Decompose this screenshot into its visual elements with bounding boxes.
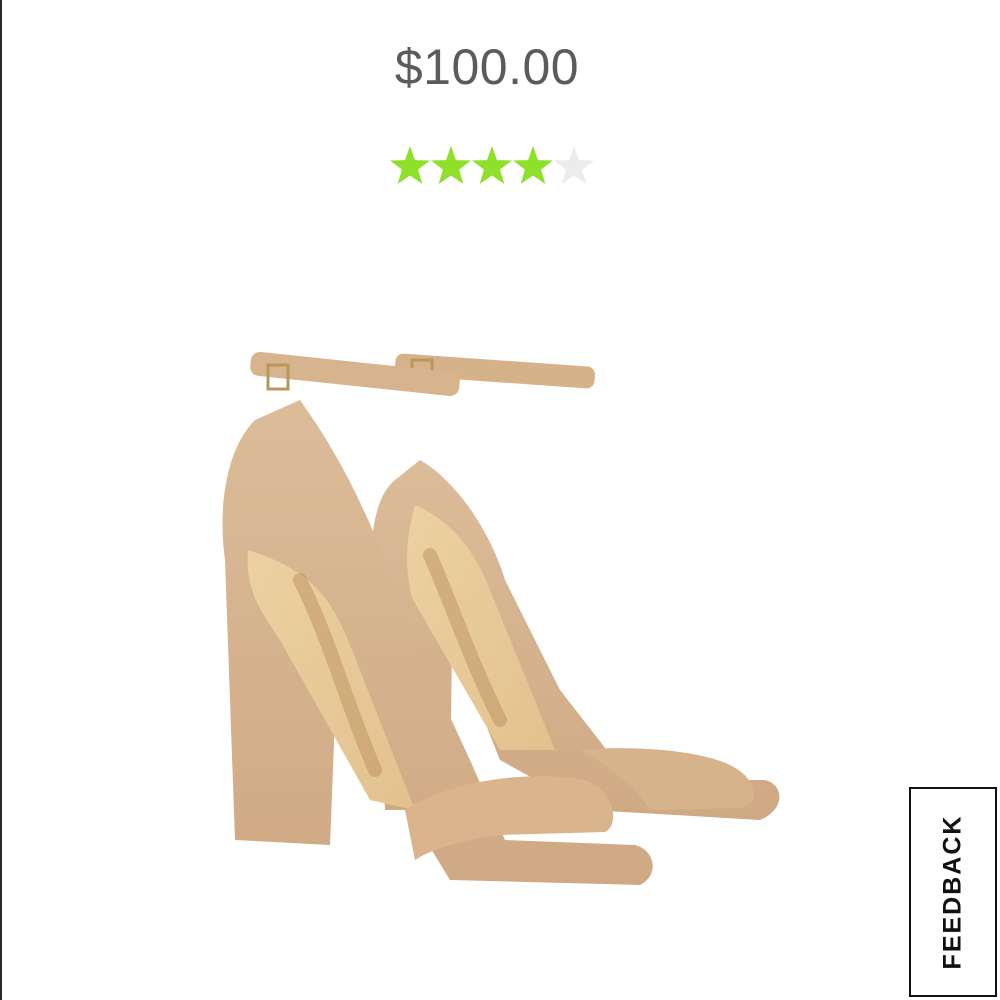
page-left-border <box>0 0 2 1000</box>
star-filled-icon <box>513 146 553 184</box>
product-price: $100.00 <box>394 39 580 95</box>
rating-stars <box>390 144 596 188</box>
feedback-label: FEEDBACK <box>938 814 967 970</box>
star-filled-icon <box>472 146 512 184</box>
star-empty-icon <box>554 146 594 184</box>
feedback-tab-button[interactable]: FEEDBACK <box>909 787 997 997</box>
star-filled-icon <box>390 146 430 184</box>
product-image <box>200 340 820 920</box>
sandals-illustration <box>222 351 780 885</box>
rating-stars-svg <box>390 146 594 184</box>
star-filled-icon <box>431 146 471 184</box>
